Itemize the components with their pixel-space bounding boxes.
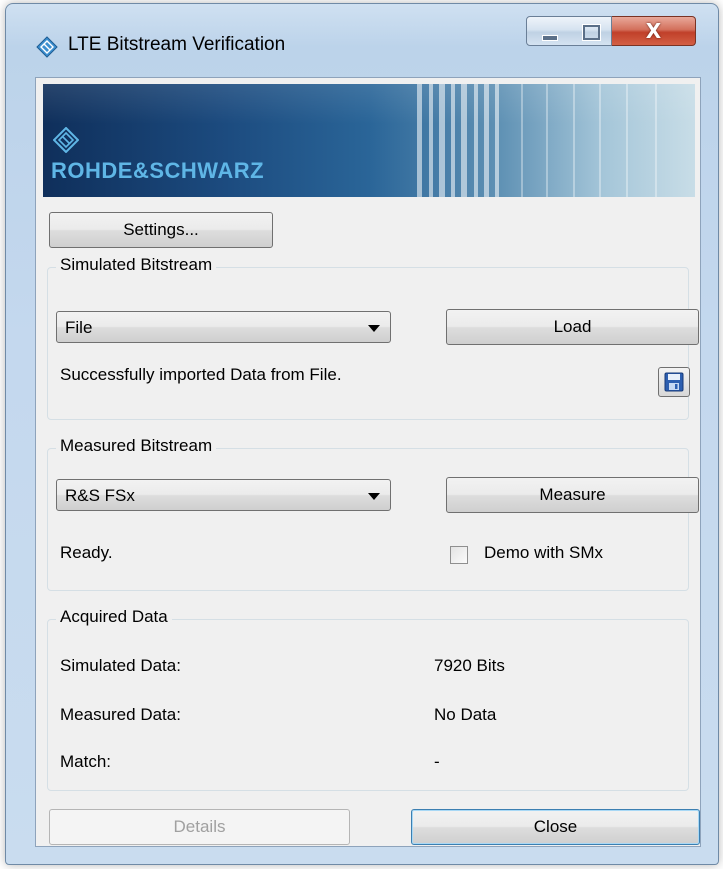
- measured-bitstream-title: Measured Bitstream: [56, 436, 217, 456]
- measured-bitstream-group: [47, 448, 689, 591]
- close-window-button[interactable]: X: [612, 16, 696, 46]
- simulated-source-value: File: [65, 318, 93, 337]
- close-icon: X: [645, 19, 662, 43]
- save-data-button[interactable]: [658, 367, 690, 397]
- acquired-data-title: Acquired Data: [56, 607, 172, 627]
- minimize-icon: [542, 35, 558, 41]
- simulated-bitstream-title: Simulated Bitstream: [56, 255, 217, 275]
- brand-logo-text: ROHDE&SCHWARZ: [51, 158, 265, 183]
- close-button[interactable]: Close: [411, 809, 700, 845]
- details-button[interactable]: Details: [49, 809, 350, 845]
- instrument-value: R&S FSx: [65, 486, 135, 505]
- simulated-status-text: Successfully imported Data from File.: [60, 365, 342, 384]
- maximize-button[interactable]: [569, 16, 612, 46]
- simulated-data-value: 7920 Bits: [434, 656, 505, 675]
- measure-button[interactable]: Measure: [446, 477, 699, 513]
- rohde-schwarz-diamond-icon: [36, 36, 58, 58]
- brand-banner: ROHDE&SCHWARZ: [43, 84, 695, 197]
- title-bar[interactable]: LTE Bitstream Verification X: [6, 4, 718, 74]
- dropdown-arrow-icon: [368, 325, 380, 332]
- instrument-dropdown[interactable]: R&S FSx: [56, 479, 391, 511]
- demo-with-smx-checkbox[interactable]: [450, 546, 468, 564]
- match-value: -: [434, 752, 440, 771]
- minimize-button[interactable]: [526, 16, 570, 46]
- window-title: LTE Bitstream Verification: [68, 34, 286, 55]
- measured-status-text: Ready.: [60, 543, 113, 562]
- simulated-data-label: Simulated Data:: [60, 656, 181, 675]
- match-label: Match:: [60, 752, 112, 771]
- dropdown-arrow-icon: [368, 493, 380, 500]
- measured-data-value: No Data: [434, 705, 497, 724]
- floppy-disk-icon: [664, 372, 684, 392]
- simulated-source-dropdown[interactable]: File: [56, 311, 391, 343]
- app-window: LTE Bitstream Verification X ROHDE&SCHWA…: [5, 3, 719, 865]
- rohde-schwarz-logo-icon: [53, 127, 79, 153]
- maximize-icon: [582, 24, 601, 41]
- demo-with-smx-label[interactable]: Demo with SMx: [484, 543, 603, 563]
- measured-data-label: Measured Data:: [60, 705, 181, 724]
- load-button[interactable]: Load: [446, 309, 699, 345]
- settings-button[interactable]: Settings...: [49, 212, 273, 248]
- dialog-body: ROHDE&SCHWARZ Settings... Simulated Bits…: [35, 77, 701, 847]
